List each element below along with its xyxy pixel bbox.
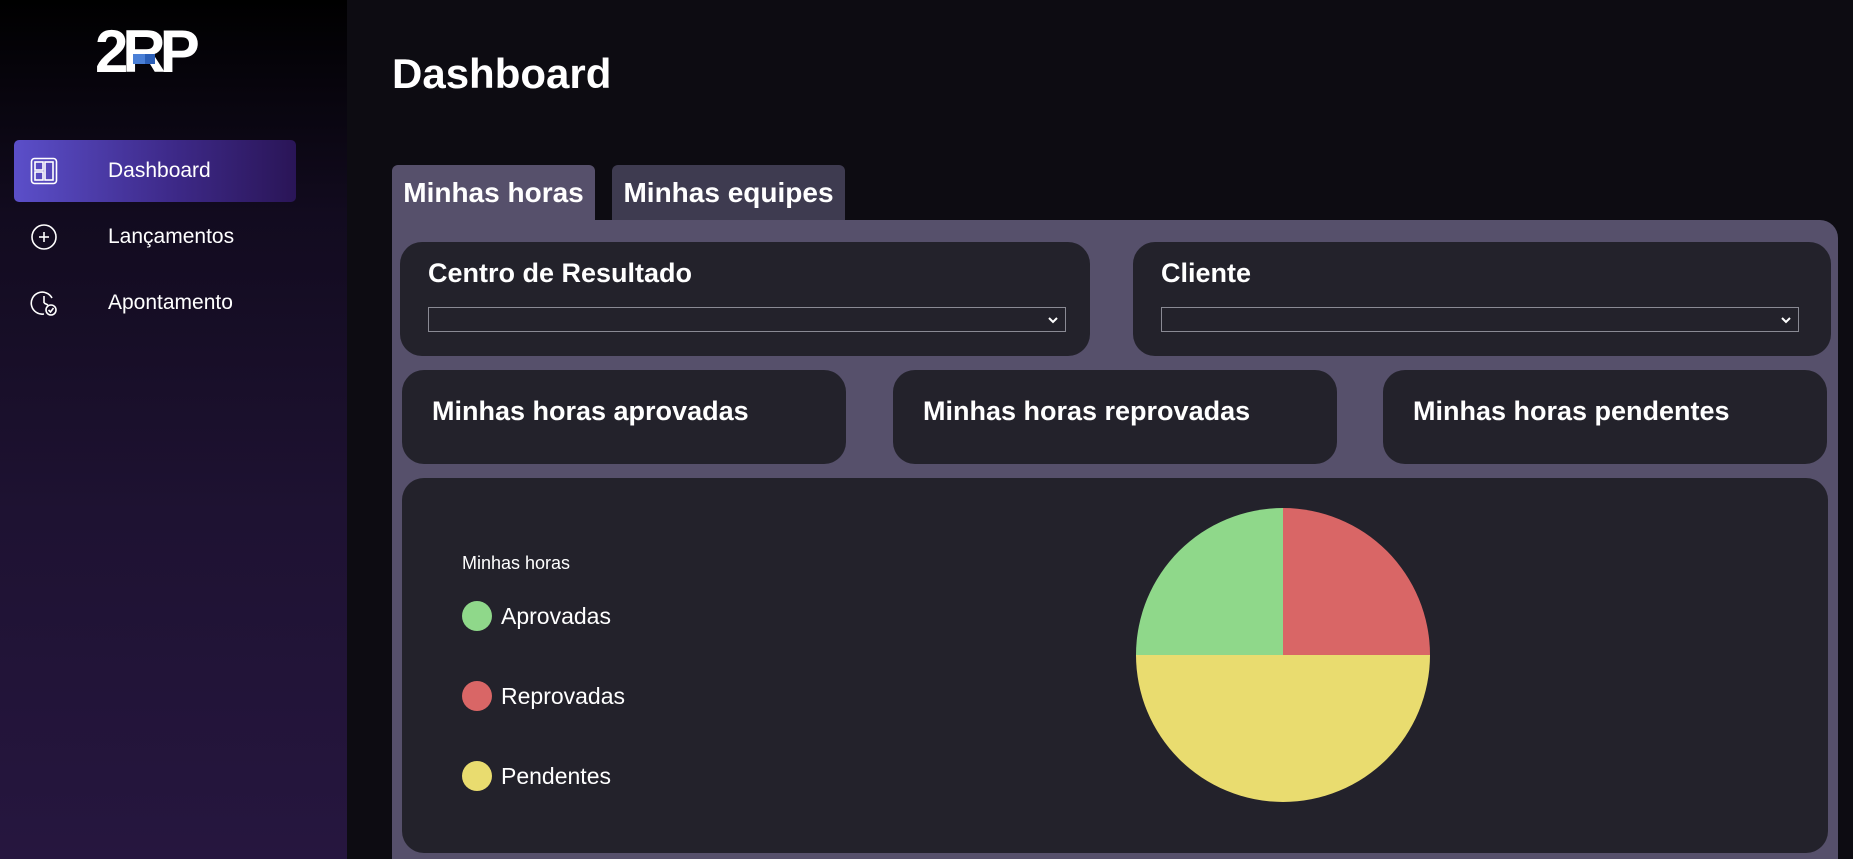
clock-check-icon <box>30 289 58 317</box>
sidebar-item-lancamentos[interactable]: Lançamentos <box>14 206 296 268</box>
chevron-down-icon <box>1781 317 1791 324</box>
legend-item-pendentes: Pendentes <box>462 761 611 791</box>
sidebar-item-label: Apontamento <box>108 291 233 314</box>
stat-label-reprovadas: Minhas horas reprovadas <box>923 396 1251 426</box>
legend-label-reprovadas: Reprovadas <box>501 682 626 709</box>
legend-item-aprovadas: Aprovadas <box>462 601 611 631</box>
filter-centro-card: Centro de Resultado <box>400 242 1090 356</box>
pie-chart <box>1136 508 1430 802</box>
pie-slice-pendentes <box>1136 655 1430 802</box>
dashboard-icon <box>30 157 58 185</box>
svg-text:2RP: 2RP <box>95 18 198 85</box>
pie-slice-aprovadas <box>1136 508 1283 655</box>
chart-card: Minhas horas Aprovadas Reprovadas Penden… <box>402 478 1828 853</box>
sidebar-item-label: Lançamentos <box>108 225 235 248</box>
legend-swatch-aprovadas <box>462 601 492 631</box>
tab-panel: Centro de Resultado Cliente Minhas horas… <box>392 220 1838 859</box>
tab-minhas-equipes[interactable]: Minhas equipes <box>612 165 845 221</box>
legend-label-pendentes: Pendentes <box>501 762 611 789</box>
filter-cliente-label: Cliente <box>1161 258 1252 288</box>
stat-label-pendentes: Minhas horas pendentes <box>1413 396 1730 426</box>
pie-slice-reprovadas <box>1283 508 1430 655</box>
legend-label-aprovadas: Aprovadas <box>501 602 611 629</box>
sidebar: 2RP Dashboard Lançamentos Apontamento <box>0 0 347 859</box>
stat-label-aprovadas: Minhas horas aprovadas <box>432 396 749 426</box>
sidebar-item-label: Dashboard <box>108 159 211 182</box>
cliente-select[interactable] <box>1161 307 1799 332</box>
filter-centro-label: Centro de Resultado <box>428 258 693 288</box>
centro-select[interactable] <box>428 307 1066 332</box>
stat-card-reprovadas: Minhas horas reprovadas <box>893 370 1337 464</box>
plus-circle-icon <box>30 223 58 251</box>
stat-card-aprovadas: Minhas horas aprovadas <box>402 370 846 464</box>
sidebar-item-apontamento[interactable]: Apontamento <box>14 272 296 334</box>
logo-2rp: 2RP <box>95 18 204 85</box>
legend-swatch-reprovadas <box>462 681 492 711</box>
page-title: Dashboard <box>392 50 612 97</box>
chevron-down-icon <box>1048 317 1058 324</box>
legend-swatch-pendentes <box>462 761 492 791</box>
filter-cliente-card: Cliente <box>1133 242 1831 356</box>
legend-item-reprovadas: Reprovadas <box>462 681 625 711</box>
tab-minhas-horas[interactable]: Minhas horas <box>392 165 595 221</box>
chart-title: Minhas horas <box>462 553 571 573</box>
sidebar-item-dashboard[interactable]: Dashboard <box>14 140 296 202</box>
stat-card-pendentes: Minhas horas pendentes <box>1383 370 1827 464</box>
